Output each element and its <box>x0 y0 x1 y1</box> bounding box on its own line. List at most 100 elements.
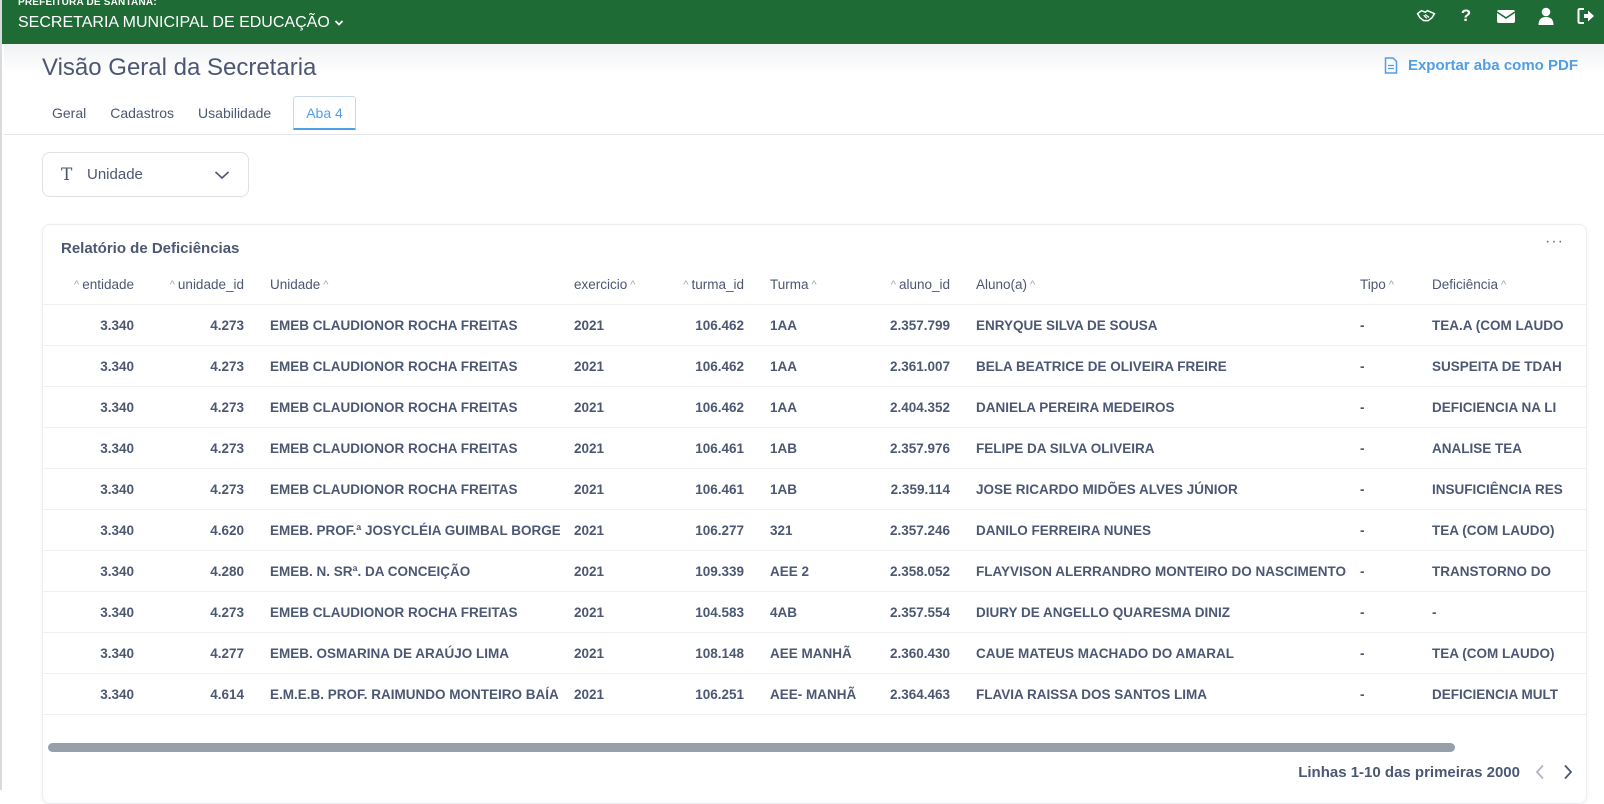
table-row[interactable]: 3.340 4.614 E.M.E.B. PROF. RAIMUNDO MONTEI… <box>43 674 1586 715</box>
cell-deficiencia: - <box>1432 604 1437 620</box>
table-row[interactable]: 3.340 4.273 EMEB CLAUDIONOR ROCHA FREITAS 2… <box>43 592 1586 633</box>
cell-entidade: 3.340 <box>100 358 134 374</box>
header-turma[interactable]: Turma ^ <box>770 265 870 304</box>
sort-caret-icon: ^ <box>1030 278 1036 291</box>
table-row[interactable]: 3.340 4.620 EMEB. PROF.ª JOSYCLÉIA GUIMBAL… <box>43 510 1586 551</box>
cell-aluno: FELIPE DA SILVA OLIVEIRA <box>976 440 1155 456</box>
mail-icon[interactable] <box>1496 6 1516 26</box>
cell-entidade: 3.340 <box>100 522 134 538</box>
cell-turma: 1AB <box>770 481 798 497</box>
cell-aluno: JOSE RICARDO MIDÕES ALVES JÚNIOR <box>976 481 1238 497</box>
sort-caret-icon: ^ <box>683 278 689 291</box>
table-header-row: ^ entidade ^ unidade_id Unidade ^ exercicio… <box>43 265 1586 305</box>
table-row[interactable]: 3.340 4.273 EMEB CLAUDIONOR ROCHA FREITAS 2… <box>43 428 1586 469</box>
chevron-right-icon <box>1564 764 1573 780</box>
export-label: Exportar aba como PDF <box>1407 57 1578 74</box>
cell-turma-id: 108.148 <box>695 645 744 661</box>
cell-unidade-id: 4.273 <box>210 440 244 456</box>
table-row[interactable]: 3.340 4.277 EMEB. OSMARINA DE ARAÚJO LIMA 2… <box>43 633 1586 674</box>
org-name: PREFEITURA DE SANTANA: <box>18 0 157 8</box>
cell-turma: 4AB <box>770 604 798 620</box>
cell-unidade: EMEB CLAUDIONOR ROCHA FREITAS <box>270 399 518 415</box>
header-entidade[interactable]: ^ entidade <box>63 265 134 304</box>
cell-entidade: 3.340 <box>100 563 134 579</box>
header-aluno-id[interactable]: ^ aluno_id <box>863 265 950 304</box>
cell-turma: AEE 2 <box>770 563 810 579</box>
table-row[interactable]: 3.340 4.273 EMEB CLAUDIONOR ROCHA FREITAS 2… <box>43 305 1586 346</box>
cell-unidade-id: 4.273 <box>210 399 244 415</box>
cell-turma-id: 106.462 <box>695 399 744 415</box>
chevron-down-icon <box>214 170 230 179</box>
table-body: 3.340 4.273 EMEB CLAUDIONOR ROCHA FREITAS 2… <box>43 305 1586 715</box>
cell-tipo: - <box>1360 399 1365 415</box>
cell-tipo: - <box>1360 645 1365 661</box>
cell-deficiencia: DEFICIENCIA NA LI <box>1432 399 1557 415</box>
sort-caret-icon: ^ <box>323 278 329 291</box>
handshake-icon[interactable] <box>1416 6 1436 26</box>
cell-aluno: DIURY DE ANGELLO QUARESMA DINIZ <box>976 604 1231 620</box>
cell-tipo: - <box>1360 522 1365 538</box>
cell-turma-id: 106.461 <box>695 440 744 456</box>
cell-unidade: EMEB CLAUDIONOR ROCHA FREITAS <box>270 604 518 620</box>
help-glyph: ? <box>1460 6 1472 25</box>
more-options-icon[interactable]: ··· <box>1545 233 1564 251</box>
cell-unidade-id: 4.280 <box>210 563 244 579</box>
cell-aluno: DANIELA PEREIRA MEDEIROS <box>976 399 1175 415</box>
horizontal-scrollbar[interactable] <box>48 743 1455 752</box>
cell-unidade: E.M.E.B. PROF. RAIMUNDO MONTEIRO BAÍA <box>270 686 559 702</box>
table-row[interactable]: 3.340 4.273 EMEB CLAUDIONOR ROCHA FREITAS 2… <box>43 469 1586 510</box>
header-turma-id[interactable]: ^ turma_id <box>663 265 744 304</box>
sort-caret-icon: ^ <box>1501 278 1507 291</box>
table-row[interactable]: 3.340 4.280 EMEB. N. SRª. DA CONCEIÇÃO 2021… <box>43 551 1586 592</box>
tab-geral[interactable]: Geral <box>40 96 98 130</box>
help-icon[interactable]: ? <box>1456 6 1476 26</box>
header-unidade-id[interactable]: ^ unidade_id <box>153 265 244 304</box>
cell-aluno-id: 2.364.463 <box>889 686 950 702</box>
header-tipo[interactable]: Tipo ^ <box>1360 265 1430 304</box>
sort-caret-icon: ^ <box>74 278 80 291</box>
filter-label: Unidade <box>87 166 143 183</box>
header-deficiencia[interactable]: Deficiência ^ <box>1432 265 1586 304</box>
cell-turma-id: 106.461 <box>695 481 744 497</box>
cell-turma: 321 <box>770 522 793 538</box>
pagination-summary: Linhas 1-10 das primeiras 2000 <box>1298 763 1520 781</box>
header-aluno[interactable]: Aluno(a) ^ <box>976 265 1356 304</box>
tab-aba-4[interactable]: Aba 4 <box>293 96 356 130</box>
tab-cadastros[interactable]: Cadastros <box>98 96 186 130</box>
cell-unidade-id: 4.277 <box>210 645 244 661</box>
secretaria-label: SECRETARIA MUNICIPAL DE EDUCAÇÃO <box>18 14 330 31</box>
cell-entidade: 3.340 <box>100 604 134 620</box>
cell-tipo: - <box>1360 358 1365 374</box>
top-bar: PREFEITURA DE SANTANA: SECRETARIA MUNICI… <box>2 0 1604 44</box>
sort-caret-icon: ^ <box>890 278 896 291</box>
previous-page-button[interactable] <box>1532 762 1548 782</box>
cell-tipo: - <box>1360 604 1365 620</box>
user-icon[interactable] <box>1536 6 1556 26</box>
cell-unidade: EMEB. PROF.ª JOSYCLÉIA GUIMBAL BORGES <box>270 522 560 538</box>
document-icon <box>1384 57 1398 74</box>
page-title: Visão Geral da Secretaria <box>42 54 317 81</box>
cell-unidade: EMEB. OSMARINA DE ARAÚJO LIMA <box>270 645 510 661</box>
logout-icon[interactable] <box>1576 6 1596 26</box>
unidade-filter[interactable]: T Unidade <box>42 152 249 197</box>
sort-caret-icon: ^ <box>169 278 175 291</box>
next-page-button[interactable] <box>1560 762 1576 782</box>
cell-unidade-id: 4.273 <box>210 604 244 620</box>
header-unidade[interactable]: Unidade ^ <box>270 265 560 304</box>
chevron-down-icon <box>334 20 343 26</box>
header-exercicio[interactable]: exercicio ^ <box>574 265 664 304</box>
cell-turma: 1AA <box>770 358 798 374</box>
table-row[interactable]: 3.340 4.273 EMEB CLAUDIONOR ROCHA FREITAS 2… <box>43 346 1586 387</box>
cell-exercicio: 2021 <box>574 317 605 333</box>
cell-aluno: FLAYVISON ALERRANDRO MONTEIRO DO NASCIME… <box>976 563 1347 579</box>
export-pdf-button[interactable]: Exportar aba como PDF <box>1384 57 1578 74</box>
cell-unidade: EMEB CLAUDIONOR ROCHA FREITAS <box>270 317 518 333</box>
app-frame: PREFEITURA DE SANTANA: SECRETARIA MUNICI… <box>0 0 1604 804</box>
table-row[interactable]: 3.340 4.273 EMEB CLAUDIONOR ROCHA FREITAS 2… <box>43 387 1586 428</box>
cell-unidade-id: 4.620 <box>210 522 244 538</box>
cell-aluno-id: 2.361.007 <box>889 358 950 374</box>
cell-exercicio: 2021 <box>574 358 605 374</box>
secretaria-selector[interactable]: SECRETARIA MUNICIPAL DE EDUCAÇÃO <box>18 14 344 32</box>
sort-caret-icon: ^ <box>811 278 817 291</box>
tab-usabilidade[interactable]: Usabilidade <box>186 96 283 130</box>
